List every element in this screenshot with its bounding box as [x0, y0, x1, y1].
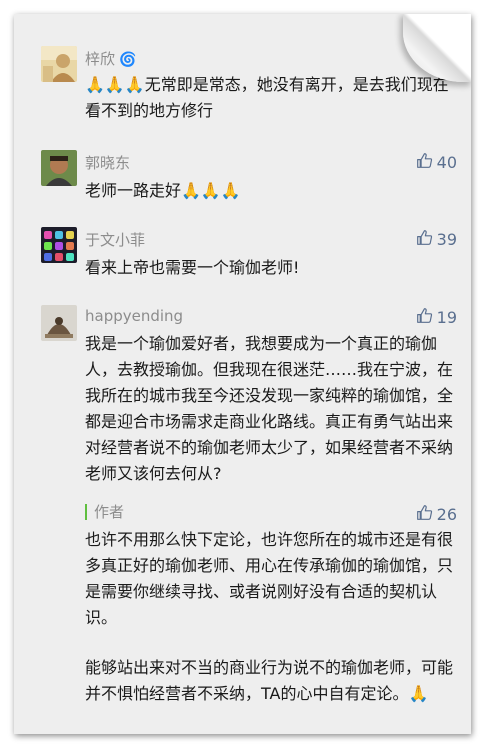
like-count: 26 [436, 505, 457, 524]
avatar[interactable] [41, 46, 77, 82]
verified-badge-icon: 🌀 [119, 52, 137, 68]
like-button[interactable]: 39 [416, 229, 457, 250]
author-label: 作者 [85, 504, 124, 520]
comment-text: 🙏🙏🙏无常即是常态，她没有离开，是去我们现在看不到的地方修行 [85, 75, 449, 120]
avatar[interactable] [41, 305, 77, 341]
thumbs-up-icon [416, 504, 433, 525]
thumbs-up-icon [416, 229, 433, 250]
comments-card: 梓欣 🌀 🙏🙏🙏无常即是常态，她没有离开，是去我们现在看不到的地方修行 郭晓东 4… [14, 14, 471, 734]
like-count: 19 [436, 308, 457, 327]
comment-text: 老师一路走好🙏🙏🙏 [85, 181, 241, 200]
comment-text: 看来上帝也需要一个瑜伽老师! [85, 258, 300, 277]
reply-text: 能够站出来对不当的商业行为说不的瑜伽老师，可能并不惧怕经营者不采纳，TA的心中自… [85, 658, 454, 703]
like-button[interactable]: 26 [416, 504, 457, 525]
reply-text: 也许不用那么快下定论，也许您所在的城市还是有很多真正好的瑜伽老师、用心在传承瑜伽… [85, 530, 454, 627]
thumbs-up-icon [416, 307, 433, 328]
commenter-name[interactable]: happyending [85, 307, 183, 325]
avatar[interactable] [41, 227, 77, 263]
commenter-name[interactable]: 于文小菲 [85, 229, 145, 250]
commenter-name[interactable]: 郭晓东 [85, 152, 130, 173]
like-count: 40 [436, 153, 457, 172]
comment-text: 我是一个瑜伽爱好者，我想要成为一个真正的瑜伽人，去教授瑜伽。但我现在很迷茫……我… [85, 334, 454, 483]
commenter-name[interactable]: 梓欣 🌀 [85, 48, 136, 69]
thumbs-up-icon [416, 152, 433, 173]
like-count: 39 [436, 230, 457, 249]
like-button[interactable]: 19 [416, 307, 457, 328]
like-button[interactable]: 40 [416, 152, 457, 173]
avatar[interactable] [41, 150, 77, 186]
